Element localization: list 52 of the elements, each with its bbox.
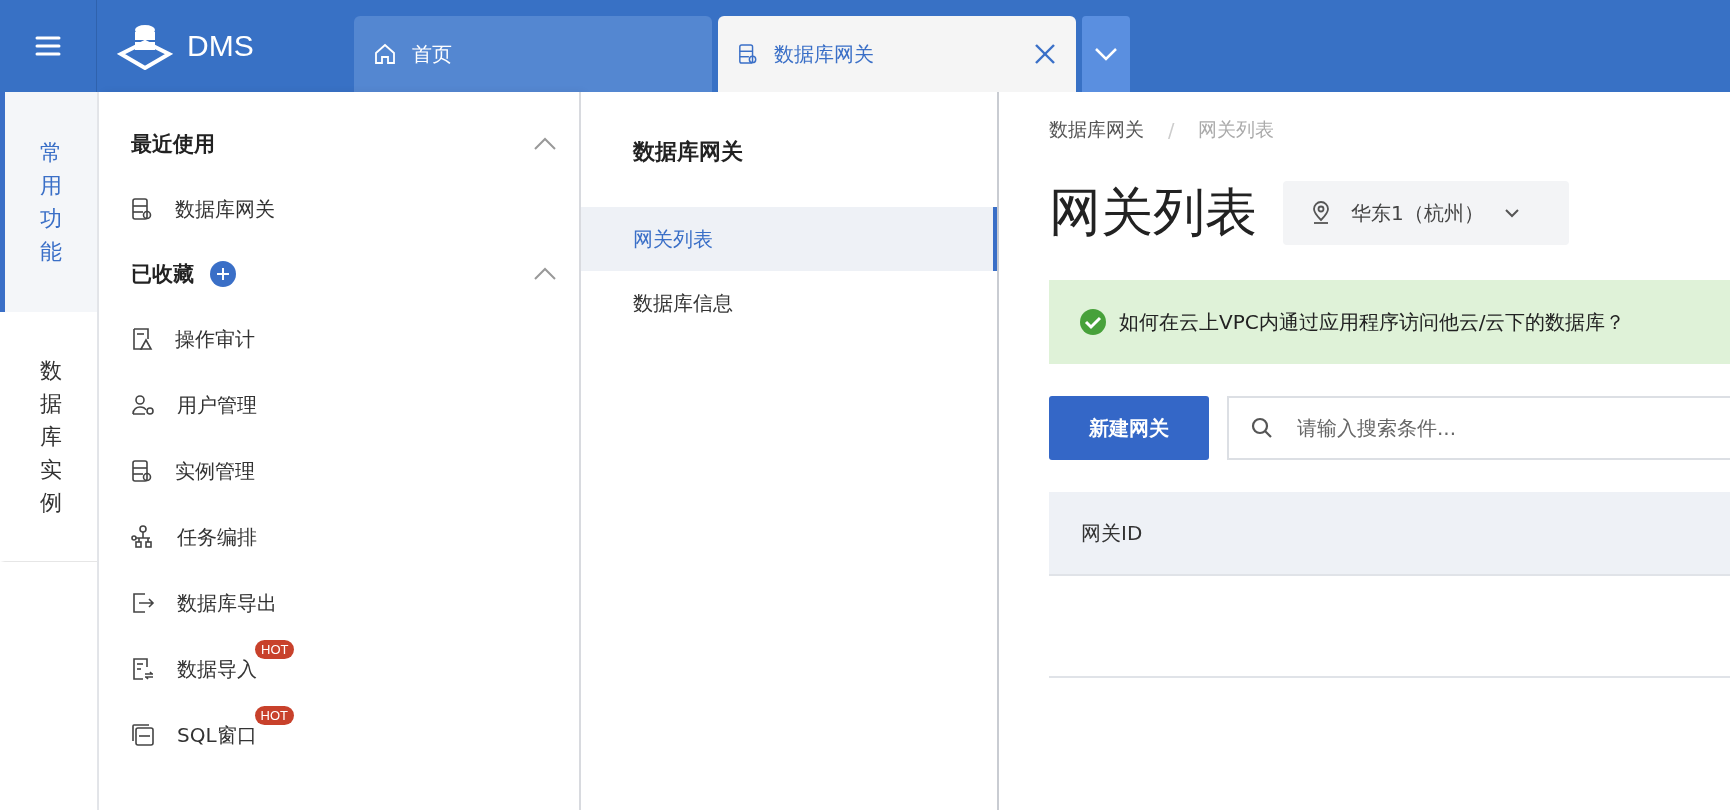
chevron-up-icon xyxy=(533,137,557,151)
flow-icon xyxy=(131,525,155,549)
alert-text: 如何在云上VPC内通过应用程序访问他云/云下的数据库？ xyxy=(1119,308,1626,336)
menu-item[interactable]: 数据库网关 xyxy=(175,195,275,223)
new-gateway-button[interactable]: 新建网关 xyxy=(1049,396,1209,460)
nav-item[interactable]: 网关列表 xyxy=(581,207,997,271)
search-icon xyxy=(1251,417,1273,439)
chevron-up-icon xyxy=(533,267,557,281)
hot-badge: HOT xyxy=(254,705,295,725)
search-field[interactable]: 请输入搜索条件... xyxy=(1227,396,1730,460)
menu-item[interactable]: 用户管理 xyxy=(177,391,257,419)
menu-item[interactable]: 操作审计 xyxy=(175,325,255,353)
column-header: 网关ID xyxy=(1080,519,1143,547)
side-tab[interactable]: 常用功能 xyxy=(0,92,97,312)
home-icon xyxy=(374,43,396,65)
add-button[interactable] xyxy=(210,261,236,287)
collapse-button[interactable] xyxy=(533,137,557,151)
region-selector[interactable]: 华东1（杭州） xyxy=(1283,181,1569,245)
menu-item[interactable]: 数据导入 xyxy=(177,655,257,683)
import-icon xyxy=(131,657,155,681)
close-icon[interactable] xyxy=(1034,43,1056,65)
collapse-button[interactable] xyxy=(533,267,557,281)
breadcrumb-link[interactable]: 数据库网关 xyxy=(1049,117,1144,143)
plus-icon xyxy=(216,267,230,281)
chevron-down-icon xyxy=(1503,208,1520,218)
tab[interactable]: 首页 xyxy=(354,16,712,92)
tab[interactable]: 数据库网关 xyxy=(718,16,1076,92)
breadcrumb-separator: / xyxy=(1168,119,1175,141)
sql-window-icon xyxy=(131,723,155,747)
logo-icon xyxy=(117,22,173,70)
database-icon xyxy=(738,42,758,66)
page-title: 网关列表 xyxy=(1049,181,1257,244)
logo-text: DMS xyxy=(187,29,254,63)
menu-item[interactable]: 实例管理 xyxy=(175,457,255,485)
menu-item[interactable]: 数据库导出 xyxy=(177,589,277,617)
section-title: 已收藏 xyxy=(131,261,194,288)
location-pin-icon xyxy=(1311,201,1331,225)
user-icon xyxy=(131,394,155,416)
section-title: 最近使用 xyxy=(131,131,215,158)
menu-icon xyxy=(35,36,61,56)
check-circle-icon xyxy=(1079,308,1107,336)
menu-item[interactable]: SQL窗口 xyxy=(177,721,257,749)
database-icon xyxy=(131,197,153,221)
nav-item[interactable]: 数据库信息 xyxy=(581,271,997,335)
hot-badge: HOT xyxy=(255,639,295,659)
export-icon xyxy=(131,592,155,614)
nav-title: 数据库网关 xyxy=(631,138,744,166)
menu-item[interactable]: 任务编排 xyxy=(177,523,257,551)
tabs-dropdown-button[interactable] xyxy=(1082,16,1130,92)
audit-icon xyxy=(131,327,153,351)
chevron-down-icon xyxy=(1094,47,1118,61)
database-icon xyxy=(131,459,153,483)
